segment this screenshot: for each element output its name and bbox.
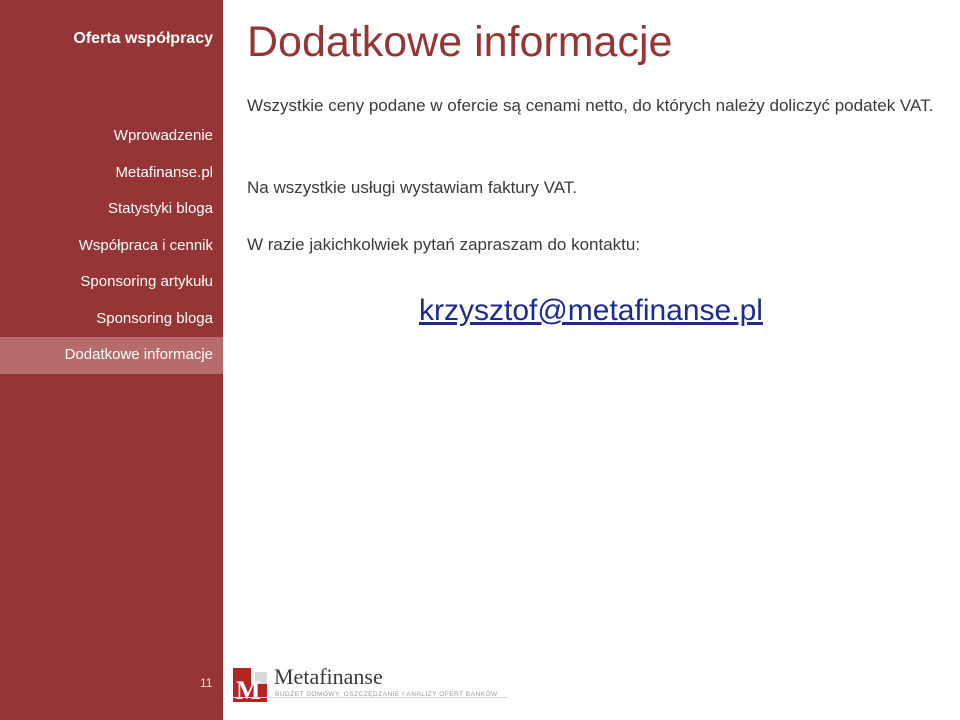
sidebar-nav: Wprowadzenie Metafinanse.pl Statystyki b… — [0, 118, 223, 374]
sidebar: Oferta współpracy Wprowadzenie Metafinan… — [0, 0, 223, 720]
page-number: 11 — [200, 676, 213, 690]
sidebar-item-sponsoring-artykulu[interactable]: Sponsoring artykułu — [0, 264, 223, 301]
logo-divider — [233, 697, 508, 698]
sidebar-item-sponsoring-bloga[interactable]: Sponsoring bloga — [0, 301, 223, 338]
page-title: Dodatkowe informacje — [247, 18, 673, 66]
paragraph-prices: Wszystkie ceny podane w ofercie są cenam… — [247, 96, 934, 115]
sidebar-item-wprowadzenie[interactable]: Wprowadzenie — [0, 118, 223, 155]
sidebar-item-dodatkowe-informacje[interactable]: Dodatkowe informacje — [0, 337, 223, 374]
svg-text:M: M — [236, 676, 261, 702]
sidebar-title: Oferta współpracy — [73, 30, 213, 47]
logo-name: Metafinanse — [274, 664, 383, 689]
paragraph-contact: W razie jakichkolwiek pytań zapraszam do… — [247, 235, 641, 254]
paragraph-invoices: Na wszystkie usługi wystawiam faktury VA… — [247, 178, 578, 197]
sidebar-item-statystyki-bloga[interactable]: Statystyki bloga — [0, 191, 223, 228]
footer-logo: M Metafinanse BUDŻET DOMOWY, OSZCZĘDZANI… — [233, 664, 513, 704]
sidebar-item-metafinanse[interactable]: Metafinanse.pl — [0, 155, 223, 192]
sidebar-item-wspolpraca-i-cennik[interactable]: Współpraca i cennik — [0, 228, 223, 265]
contact-email-link[interactable]: krzysztof@metafinanse.pl — [419, 294, 763, 328]
